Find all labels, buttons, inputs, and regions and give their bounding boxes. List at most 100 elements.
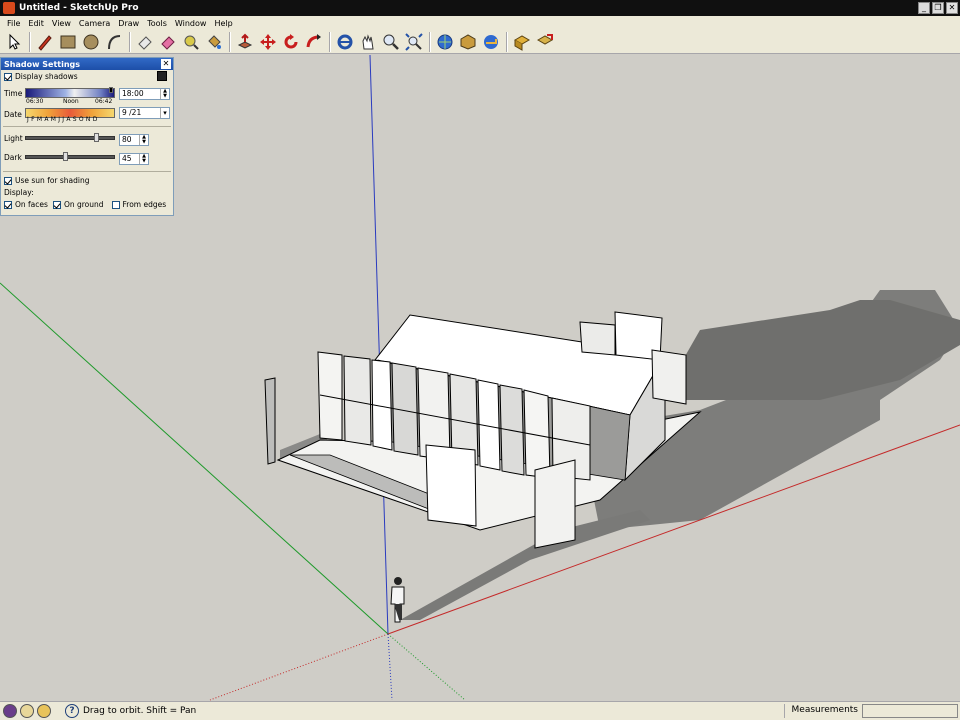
light-input[interactable]: 80 ▲ ▼ bbox=[119, 134, 149, 146]
layout-button[interactable] bbox=[511, 31, 533, 53]
months-label: J F M A M J J A S O N D bbox=[27, 116, 98, 123]
pan-tool-button[interactable] bbox=[357, 31, 379, 53]
from-edges-label: From edges bbox=[122, 200, 167, 209]
rectangle-tool-button[interactable] bbox=[57, 31, 79, 53]
display-label-row: Display: bbox=[4, 188, 34, 197]
select-tool-button[interactable] bbox=[3, 31, 25, 53]
menu-window[interactable]: Window bbox=[171, 19, 211, 28]
follow-me-icon bbox=[306, 33, 321, 47]
status-bar: ? Drag to orbit. Shift = Pan Measurement… bbox=[0, 701, 960, 720]
menu-file[interactable]: File bbox=[3, 19, 24, 28]
shadow-settings-panel: Shadow Settings ✕ Display shadows Time 0… bbox=[0, 57, 174, 216]
menu-bar: File Edit View Camera Draw Tools Window … bbox=[0, 16, 960, 30]
close-button[interactable]: ✕ bbox=[946, 2, 958, 14]
rotate-tool-button[interactable] bbox=[280, 31, 302, 53]
status-hint: Drag to orbit. Shift = Pan bbox=[83, 706, 197, 716]
measurements-label: Measurements bbox=[791, 705, 858, 715]
zoom-extents-tool-button[interactable] bbox=[403, 31, 425, 53]
components-icon bbox=[460, 33, 476, 50]
circle-tool-button[interactable] bbox=[80, 31, 102, 53]
light-slider[interactable] bbox=[25, 136, 115, 140]
light-spinner-arrows[interactable]: ▲ ▼ bbox=[139, 135, 148, 145]
layout-icon bbox=[513, 34, 531, 51]
move-icon bbox=[260, 33, 276, 50]
green-axis-negative bbox=[387, 633, 466, 701]
zoom-icon bbox=[383, 34, 399, 50]
send-button[interactable] bbox=[534, 31, 556, 53]
menu-help[interactable]: Help bbox=[210, 19, 236, 28]
pan-icon bbox=[362, 33, 374, 49]
circle-icon bbox=[83, 34, 99, 49]
minimize-button[interactable]: _ bbox=[918, 2, 930, 14]
warehouse-button[interactable] bbox=[434, 31, 456, 53]
eraser-icon bbox=[138, 35, 152, 50]
display-shadows-checkbox[interactable] bbox=[4, 72, 12, 81]
menu-draw[interactable]: Draw bbox=[114, 19, 143, 28]
paint-bucket-tool-button[interactable] bbox=[203, 31, 225, 53]
dark-spinner-arrows[interactable]: ▲ ▼ bbox=[139, 154, 148, 164]
orbit-tool-button[interactable] bbox=[334, 31, 356, 53]
pencil-tool-button[interactable] bbox=[34, 31, 56, 53]
shadow-settings-close-button[interactable]: ✕ bbox=[161, 59, 171, 69]
time-slider-thumb[interactable] bbox=[109, 87, 113, 93]
orbit-icon bbox=[337, 34, 353, 49]
user-icon[interactable] bbox=[37, 704, 51, 718]
roof-shadow bbox=[660, 300, 960, 400]
display-label: Display: bbox=[4, 188, 34, 197]
date-input[interactable]: 9 /21 ▾ bbox=[119, 107, 170, 119]
zoom-extents-icon bbox=[405, 32, 423, 51]
help-icon[interactable]: ? bbox=[65, 704, 79, 718]
time-slider[interactable] bbox=[25, 88, 115, 98]
date-value: 9 /21 bbox=[122, 108, 142, 117]
dark-label: Dark bbox=[4, 153, 22, 162]
menu-camera[interactable]: Camera bbox=[75, 19, 114, 28]
arc-icon bbox=[108, 34, 121, 49]
credits-icon[interactable] bbox=[20, 704, 34, 718]
light-label: Light bbox=[4, 134, 23, 143]
share-button[interactable] bbox=[480, 31, 502, 53]
restore-button[interactable]: ❐ bbox=[932, 2, 944, 14]
push-pull-tool-button[interactable] bbox=[234, 31, 256, 53]
from-edges-checkbox[interactable] bbox=[111, 200, 120, 209]
on-ground-checkbox[interactable] bbox=[52, 200, 61, 209]
sketchup-logo-icon bbox=[3, 2, 15, 14]
expand-panel-icon[interactable] bbox=[157, 71, 167, 81]
paint-eraser-tool-button[interactable] bbox=[157, 31, 179, 53]
menu-tools[interactable]: Tools bbox=[143, 19, 171, 28]
use-sun-checkbox[interactable] bbox=[4, 176, 12, 185]
front-panel-2 bbox=[534, 459, 576, 549]
left-fin-panel bbox=[264, 377, 276, 465]
time-spinner-arrows[interactable]: ▲ ▼ bbox=[160, 89, 169, 99]
paint-eraser-icon bbox=[161, 35, 175, 50]
arc-tool-button[interactable] bbox=[103, 31, 125, 53]
dark-slider-thumb[interactable] bbox=[62, 152, 68, 161]
components-button[interactable] bbox=[457, 31, 479, 53]
shadow-settings-title-bar: Shadow Settings ✕ bbox=[1, 58, 173, 70]
menu-view[interactable]: View bbox=[48, 19, 75, 28]
date-dropdown-arrow[interactable]: ▾ bbox=[160, 108, 169, 118]
dark-value: 45 bbox=[122, 154, 132, 163]
follow-me-tool-button[interactable] bbox=[303, 31, 325, 53]
side-panel bbox=[651, 349, 687, 405]
tape-measure-tool-button[interactable] bbox=[180, 31, 202, 53]
move-tool-button[interactable] bbox=[257, 31, 279, 53]
on-faces-checkbox[interactable] bbox=[4, 200, 12, 209]
light-slider-thumb[interactable] bbox=[94, 133, 99, 142]
display-options-row: On faces On ground From edges bbox=[4, 200, 166, 209]
send-icon bbox=[536, 33, 554, 45]
on-faces-label: On faces bbox=[15, 200, 48, 209]
dark-slider[interactable] bbox=[25, 155, 115, 159]
select-icon bbox=[9, 33, 21, 50]
scale-figure bbox=[390, 577, 405, 623]
eraser-tool-button[interactable] bbox=[134, 31, 156, 53]
zoom-tool-button[interactable] bbox=[380, 31, 402, 53]
window-title: Untitled - SketchUp Pro bbox=[19, 3, 139, 13]
geo-location-icon[interactable] bbox=[3, 704, 17, 718]
use-sun-label: Use sun for shading bbox=[15, 176, 90, 185]
time-input[interactable]: 18:00 ▲ ▼ bbox=[119, 88, 170, 100]
dark-input[interactable]: 45 ▲ ▼ bbox=[119, 153, 149, 165]
measurements-input[interactable] bbox=[862, 704, 958, 718]
menu-edit[interactable]: Edit bbox=[24, 19, 48, 28]
display-shadows-label: Display shadows bbox=[15, 72, 78, 81]
tape-measure-icon bbox=[184, 35, 199, 50]
